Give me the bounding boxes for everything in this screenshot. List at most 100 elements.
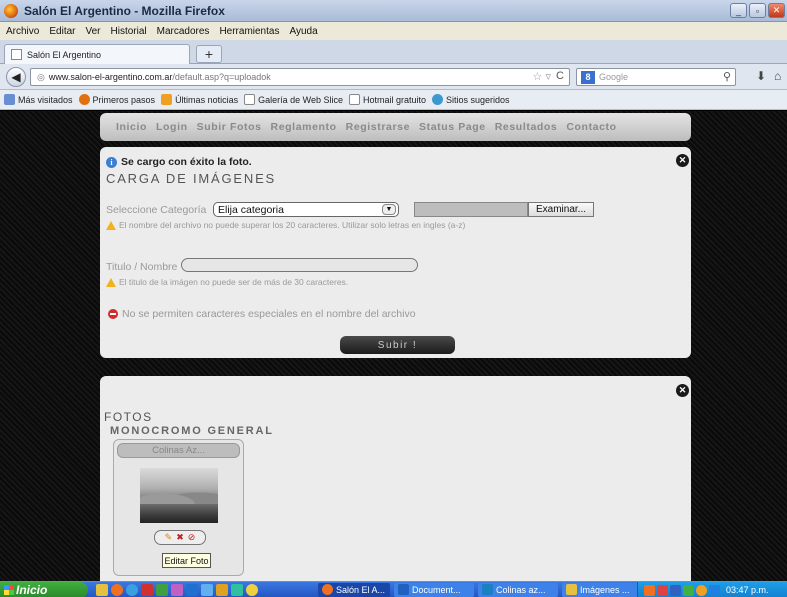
bookmark-ultimas-noticias[interactable]: Últimas noticias [161, 94, 238, 105]
nav-reglamento[interactable]: Reglamento [271, 121, 337, 133]
word-icon [398, 584, 409, 595]
app-icon[interactable] [171, 583, 183, 596]
url-bar[interactable]: ◎ www.salon-el-argentino.com.ar /default… [30, 68, 570, 86]
page-content: Inicio Login Subir Fotos Reglamento Regi… [0, 111, 787, 595]
edit-pencil-icon[interactable]: ✎ [165, 532, 173, 543]
page-icon [348, 94, 360, 105]
tab-label: Salón El Argentino [27, 49, 102, 60]
page-favicon-icon [11, 49, 22, 60]
media-icon[interactable] [141, 583, 153, 596]
search-input[interactable]: 8 Google ⚲ [576, 68, 736, 86]
tray-icon[interactable] [683, 584, 694, 596]
menu-ver[interactable]: Ver [85, 26, 100, 37]
app-icon[interactable] [231, 583, 243, 596]
ie-icon [432, 94, 444, 105]
tab-bar: Salón El Argentino + [0, 40, 787, 64]
bookmark-label: Más visitados [18, 94, 73, 105]
taskbar-item-colinas[interactable]: Colinas az... [478, 582, 558, 597]
tab-salon[interactable]: Salón El Argentino [4, 44, 190, 64]
app-icon[interactable] [246, 583, 258, 596]
special-chars-error: No se permiten caracteres especiales en … [108, 308, 416, 320]
firefox-icon[interactable] [111, 583, 123, 596]
bookmark-hotmail[interactable]: Hotmail gratuito [348, 94, 426, 105]
taskbar-item-label: Document... [412, 584, 461, 595]
ie-icon[interactable] [126, 583, 138, 596]
minimize-button[interactable]: _ [730, 3, 747, 18]
close-icon[interactable]: ✕ [676, 384, 689, 397]
taskbar-item-label: Imágenes ... [580, 584, 630, 595]
filename-warning: El nombre del archivo no puede superar l… [106, 220, 465, 230]
menu-editar[interactable]: Editar [49, 26, 75, 37]
file-path-field[interactable] [414, 202, 528, 217]
menu-bar: Archivo Editar Ver Historial Marcadores … [0, 22, 787, 40]
window-title: Salón El Argentino - Mozilla Firefox [24, 3, 225, 18]
folder-icon[interactable] [96, 583, 108, 596]
close-icon[interactable]: ✕ [676, 154, 689, 167]
upload-heading: CARGA DE IMÁGENES [106, 171, 277, 186]
tray-icon[interactable] [644, 584, 655, 596]
download-icon[interactable]: ⬇ [756, 69, 766, 83]
photo-card: Colinas Az... ✎ ✖ ⊘ Editar Foto [113, 439, 244, 576]
search-placeholder: Google [599, 72, 629, 82]
nav-registrarse[interactable]: Registrarse [346, 121, 410, 133]
bookmark-mas-visitados[interactable]: Más visitados [4, 94, 73, 105]
nav-status-page[interactable]: Status Page [419, 121, 486, 133]
success-message: i Se cargo con éxito la foto. [106, 156, 252, 168]
start-button[interactable]: Inicio [0, 581, 88, 597]
app-icon[interactable] [201, 583, 213, 596]
edit-tooltip: Editar Foto [162, 553, 211, 568]
nav-inicio[interactable]: Inicio [116, 121, 147, 133]
menu-historial[interactable]: Historial [111, 26, 147, 37]
submit-button[interactable]: Subir ! [340, 336, 455, 354]
bookmark-web-slice[interactable]: Galería de Web Slice [244, 94, 343, 105]
nav-login[interactable]: Login [156, 121, 188, 133]
menu-ayuda[interactable]: Ayuda [289, 26, 317, 37]
delete-x-icon[interactable]: ✖ [176, 532, 184, 543]
reload-icon[interactable]: C [556, 70, 564, 82]
upload-panel: ✕ i Se cargo con éxito la foto. CARGA DE… [100, 147, 691, 358]
title-input[interactable] [181, 258, 418, 272]
no-entry-icon[interactable]: ⊘ [188, 532, 196, 543]
app-icon[interactable] [156, 583, 168, 596]
chevron-down-icon[interactable]: ▼ [382, 204, 396, 215]
bookmark-primeros-pasos[interactable]: Primeros pasos [78, 94, 155, 105]
photo-thumbnail[interactable] [140, 468, 218, 523]
taskbar-item-salon[interactable]: Salón El A... [318, 582, 390, 597]
firefox-icon [4, 3, 18, 18]
firefox-icon [78, 94, 90, 105]
browse-button[interactable]: Examinar... [528, 202, 594, 217]
maximize-button[interactable]: ▫ [749, 3, 766, 18]
new-tab-button[interactable]: + [196, 45, 222, 63]
tray-icon[interactable] [696, 584, 707, 596]
home-icon[interactable]: ⌂ [774, 69, 781, 83]
bookmark-sitios-sugeridos[interactable]: Sitios sugeridos [432, 94, 510, 105]
success-text: Se cargo con éxito la foto. [121, 156, 252, 168]
app-icon[interactable] [216, 583, 228, 596]
tray-icon[interactable] [709, 584, 720, 596]
photos-panel: ✕ FOTOS MONOCROMO GENERAL Colinas Az... … [100, 376, 691, 595]
bookmark-label: Sitios sugeridos [446, 94, 510, 105]
nav-subir-fotos[interactable]: Subir Fotos [197, 121, 262, 133]
close-window-button[interactable]: ✕ [768, 3, 785, 18]
back-arrow-icon[interactable]: ◀ [6, 67, 26, 87]
taskbar-item-document[interactable]: Document... [394, 582, 474, 597]
title-label: Titulo / Nombre [106, 261, 178, 273]
word-icon[interactable] [186, 583, 198, 596]
menu-marcadores[interactable]: Marcadores [157, 26, 210, 37]
search-icon[interactable]: ⚲ [723, 70, 731, 83]
bookmark-label: Galería de Web Slice [258, 94, 343, 105]
menu-archivo[interactable]: Archivo [6, 26, 39, 37]
info-icon: i [106, 156, 117, 168]
category-select[interactable]: Elija categoria ▼ [213, 202, 399, 217]
tray-icon[interactable] [670, 584, 681, 596]
url-domain: www.salon-el-argentino.com.ar [48, 72, 173, 82]
menu-herramientas[interactable]: Herramientas [219, 26, 279, 37]
bookmark-icon [4, 94, 15, 105]
taskbar-item-imagenes[interactable]: Imágenes ... [562, 582, 642, 597]
nav-contacto[interactable]: Contacto [566, 121, 616, 133]
globe-icon: ◎ [37, 71, 45, 82]
tray-icon[interactable] [657, 584, 668, 596]
search-engine-icon[interactable]: 8 [581, 70, 595, 84]
bookmark-star-icon[interactable]: ☆ ▿ [533, 70, 551, 83]
nav-resultados[interactable]: Resultados [495, 121, 558, 133]
